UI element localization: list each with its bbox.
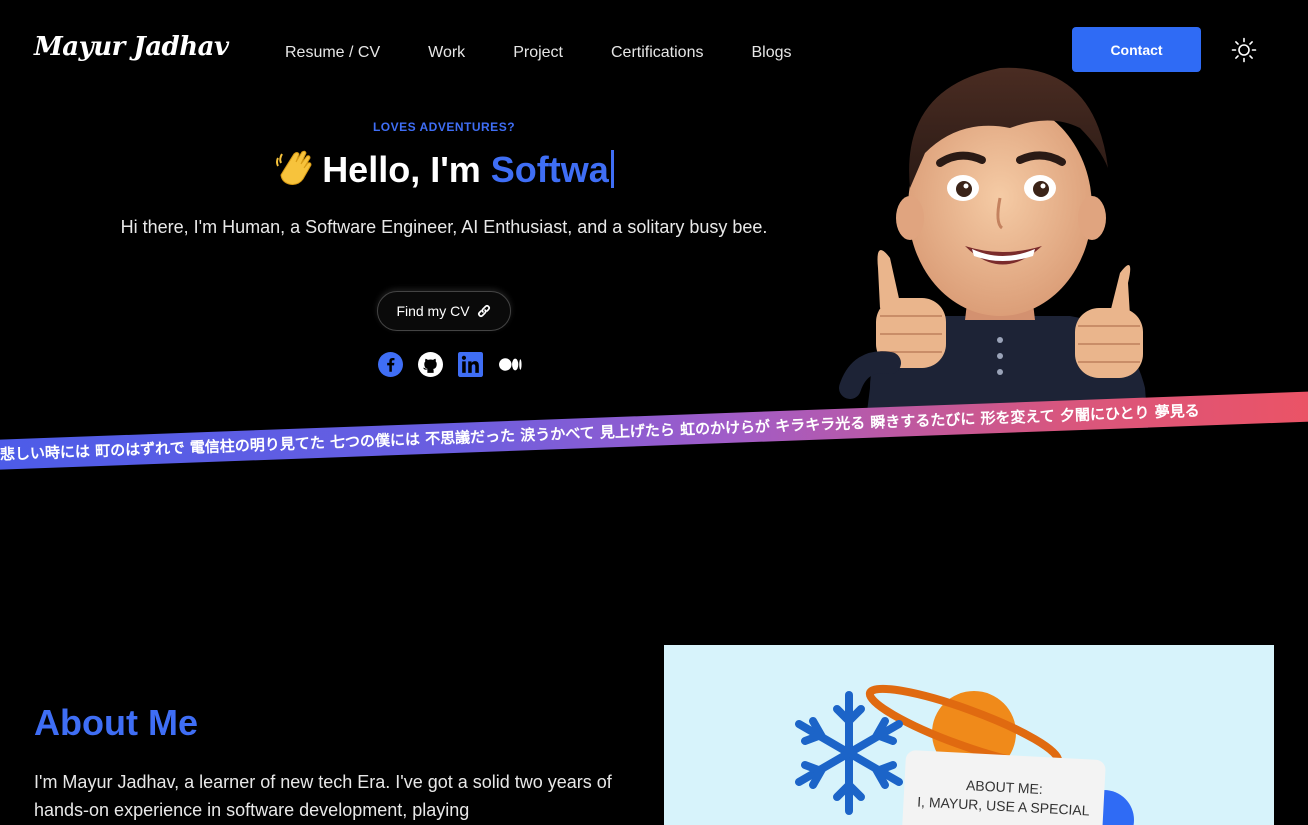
find-cv-label: Find my CV [396, 303, 470, 319]
social-links [378, 352, 523, 377]
hero-title: Hello, I'm Softwa [0, 148, 888, 191]
main-nav: Resume / CV Work Project Certifications … [285, 44, 840, 62]
medium-icon[interactable] [498, 352, 523, 377]
hero-eyebrow: LOVES ADVENTURES? [372, 120, 516, 134]
typing-cursor [610, 150, 614, 188]
link-icon [477, 304, 490, 318]
waving-hand-icon [276, 150, 312, 185]
about-illustration: ABOUT ME: I, MAYUR, USE A SPECIAL [795, 684, 1134, 825]
nav-certifications[interactable]: Certifications [611, 44, 703, 62]
hero-subtitle: Hi there, I'm Human, a Software Engineer… [120, 217, 768, 237]
facebook-icon[interactable] [378, 352, 403, 377]
avatar-illustration [839, 67, 1148, 428]
hero-greeting: Hello, I'm [322, 149, 481, 190]
nav-resume[interactable]: Resume / CV [285, 44, 380, 62]
github-icon[interactable] [418, 352, 443, 377]
hero-typed-role: Softwa [490, 149, 609, 190]
nav-blogs[interactable]: Blogs [751, 44, 791, 62]
find-cv-button[interactable]: Find my CV [377, 291, 511, 331]
sun-icon [1231, 37, 1257, 63]
marquee-text: 悲しい時には 町のはずれで 電信柱の明り見てた 七つの僕には 不思議だった 涙う… [0, 401, 1200, 464]
theme-toggle[interactable] [1230, 36, 1258, 64]
about-title: About Me [34, 702, 198, 743]
site-logo[interactable]: Mayur Jadhav [34, 32, 229, 62]
nav-work[interactable]: Work [428, 44, 465, 62]
japanese-marquee: 悲しい時には 町のはずれで 電信柱の明り見てた 七つの僕には 不思議だった 涙う… [0, 390, 1308, 470]
linkedin-icon[interactable] [458, 352, 483, 377]
nav-project[interactable]: Project [513, 44, 563, 62]
about-illustration-card: ABOUT ME: I, MAYUR, USE A SPECIAL [664, 645, 1274, 825]
